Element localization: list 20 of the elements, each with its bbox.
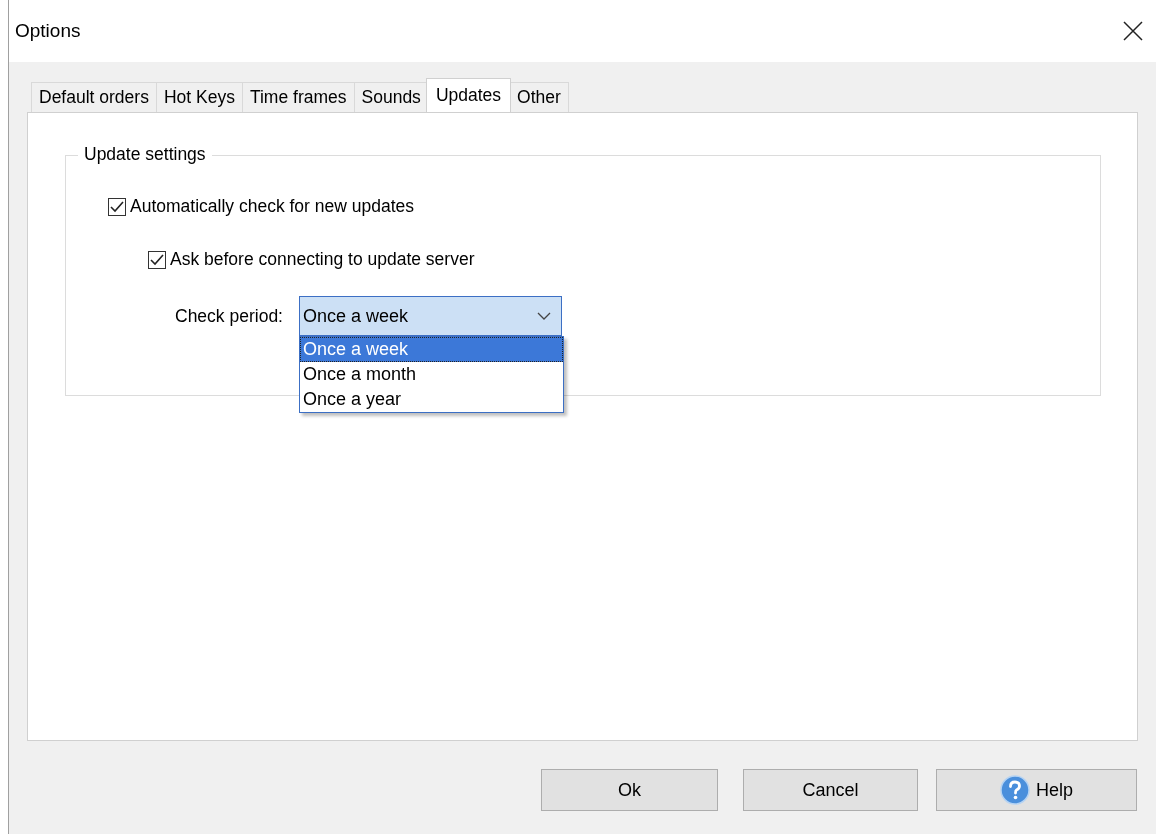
group-title: Update settings xyxy=(78,144,212,165)
tab[interactable]: Other xyxy=(509,82,569,112)
close-icon[interactable] xyxy=(1122,20,1144,42)
dropdown-option[interactable]: Once a year xyxy=(300,387,563,412)
tab[interactable]: Default orders xyxy=(31,82,157,112)
checkbox[interactable] xyxy=(108,197,126,216)
checkbox-label[interactable]: Automatically check for new updates xyxy=(130,196,415,217)
dialog-button[interactable]: Ok xyxy=(541,769,718,811)
dialog-button[interactable]: Help xyxy=(936,769,1137,811)
help-icon xyxy=(1000,775,1030,805)
chevron-icon xyxy=(537,312,551,320)
checkbox[interactable] xyxy=(148,250,166,269)
window-title: Options xyxy=(15,20,81,42)
dialog-button[interactable]: Cancel xyxy=(743,769,918,811)
dropdown-option[interactable]: Once a month xyxy=(300,362,563,387)
tab[interactable]: Updates xyxy=(425,78,512,112)
dropdown-option[interactable]: Once a week xyxy=(300,337,563,362)
field-label: Check period: xyxy=(175,305,283,327)
dropdown-value: Once a week xyxy=(303,305,409,327)
checkbox-label[interactable]: Ask before connecting to update server xyxy=(170,249,475,270)
